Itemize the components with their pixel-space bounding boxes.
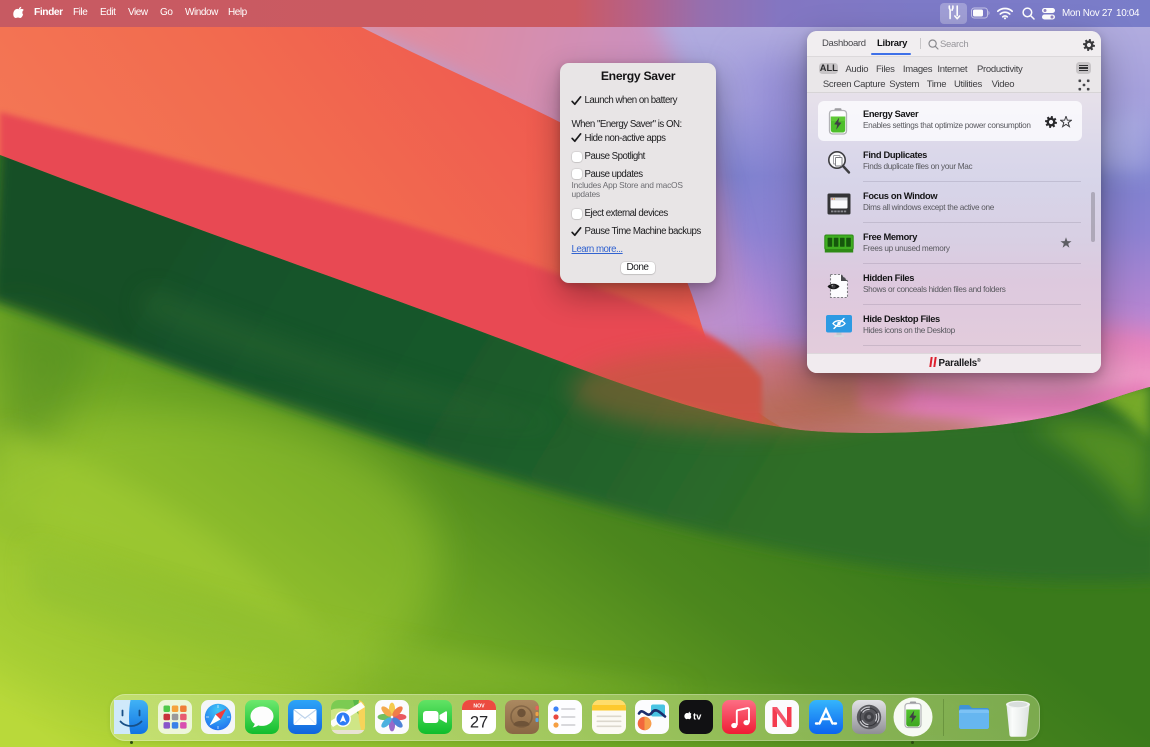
- svg-text:tv: tv: [693, 712, 702, 723]
- svg-text:NOV: NOV: [473, 704, 485, 710]
- svg-text:27: 27: [469, 714, 487, 732]
